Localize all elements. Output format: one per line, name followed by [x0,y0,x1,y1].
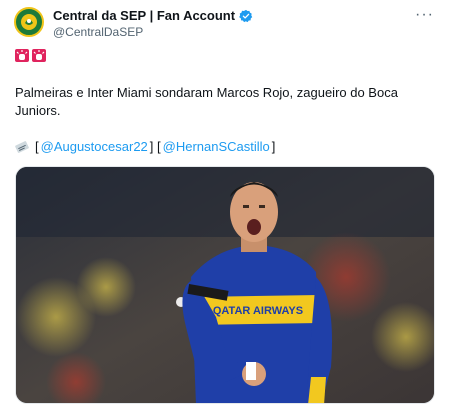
credit-bracket-open: [ [35,139,39,154]
football-club-crest-icon [17,10,41,34]
shirt-sponsor-text: QATAR AIRWAYS [213,305,303,317]
tweet-card[interactable]: Central da SEP | Fan Account @CentralDaS… [0,0,452,409]
credit-bracket-mid: ] [ [149,139,161,154]
author-handle[interactable]: @CentralDaSEP [53,25,143,39]
newspaper-icon [15,141,29,153]
credit-bracket-close: ] [271,139,276,154]
tweet-text: Palmeiras e Inter Miami sondaram Marcos … [15,85,398,118]
author-display-name[interactable]: Central da SEP | Fan Account [53,8,235,24]
verified-badge-icon [239,9,253,23]
tweet-photo[interactable]: QATAR AIRWAYS [15,166,435,404]
author-avatar[interactable] [14,7,44,37]
source-credits: [ @Augustocesar22 ] [ @HernanSCastillo ] [15,139,275,155]
mention-link-hernanscastillo[interactable]: @HernanSCastillo [163,139,270,155]
flashing-light-emoji-icon [32,49,46,62]
player-celebration-photo: QATAR AIRWAYS [16,167,434,403]
author-name-row: Central da SEP | Fan Account [53,8,253,24]
flashing-light-emoji-icon [15,49,29,62]
emoji-row [15,49,46,62]
mention-link-augustocesar22[interactable]: @Augustocesar22 [41,139,148,155]
more-options-button[interactable]: ··· [415,6,434,24]
